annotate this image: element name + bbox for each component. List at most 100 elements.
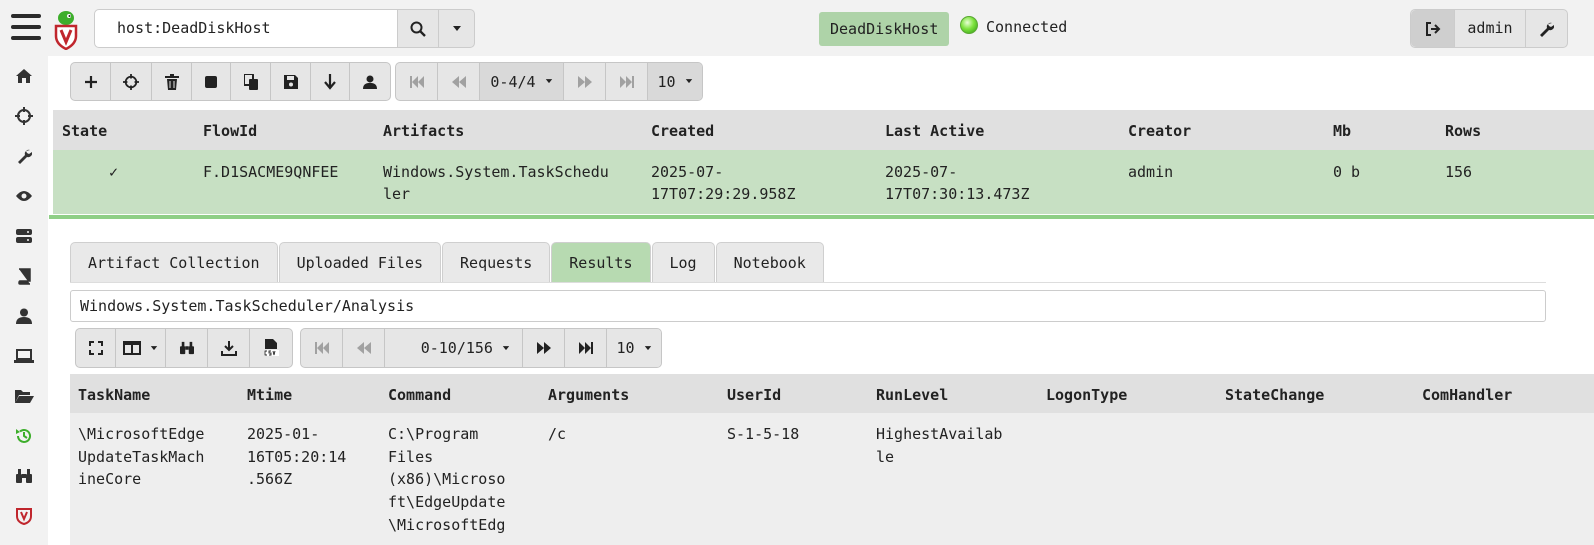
laptop-icon[interactable]: [14, 346, 34, 366]
user-name[interactable]: admin: [1454, 10, 1526, 47]
history-icon[interactable]: [14, 426, 34, 446]
column-header[interactable]: Last Active: [885, 122, 984, 140]
next-page-button[interactable]: [564, 63, 606, 100]
hamburger-menu-icon[interactable]: [11, 14, 41, 44]
column-header[interactable]: FlowId: [203, 122, 257, 140]
user-icon[interactable]: [14, 306, 34, 326]
logout-button[interactable]: [1411, 10, 1455, 47]
mtime: 2025-01- 16T05:20:14 .566Z: [247, 423, 346, 491]
tab-results[interactable]: Results: [551, 242, 651, 283]
created-line: 17T07:29:29.958Z: [651, 185, 796, 203]
search-button[interactable]: [397, 9, 439, 48]
column-header[interactable]: ComHandler: [1422, 386, 1512, 404]
run-level-line: le: [876, 447, 895, 466]
caret-down-icon: [685, 79, 692, 84]
stop-button[interactable]: [192, 63, 231, 100]
eye-icon[interactable]: [14, 186, 34, 206]
download-icon: [220, 341, 237, 356]
tab-divider: [70, 282, 1546, 283]
settings-button[interactable]: [1526, 10, 1567, 47]
column-header[interactable]: Creator: [1128, 122, 1191, 140]
search-input[interactable]: host:DeadDiskHost: [94, 9, 398, 48]
column-header[interactable]: UserId: [727, 386, 781, 404]
velociraptor-shield-icon[interactable]: [14, 506, 34, 526]
search-dropdown-button[interactable]: [438, 9, 475, 48]
page-range-label: 0-4/4: [490, 72, 536, 91]
column-header[interactable]: Mb: [1333, 122, 1351, 140]
connected-status-icon: [960, 16, 978, 34]
prev-page-button[interactable]: [343, 329, 385, 367]
search-results-button[interactable]: [166, 329, 208, 367]
flows-toolbar: [70, 62, 391, 101]
add-to-hunt-button[interactable]: [111, 63, 152, 100]
download-button[interactable]: [311, 63, 350, 100]
flow-id: F.D1SACME9QNFEE: [203, 163, 339, 181]
tab-artifact-collection[interactable]: Artifact Collection: [70, 242, 278, 283]
column-header[interactable]: StateChange: [1225, 386, 1324, 404]
tab-notebook[interactable]: Notebook: [715, 242, 824, 283]
run-level-line: HighestAvailab: [876, 425, 1003, 443]
download-csv-button[interactable]: [250, 329, 292, 367]
artifact-source-selector[interactable]: Windows.System.TaskScheduler/Analysis: [70, 290, 1546, 322]
copy-button[interactable]: [231, 63, 271, 100]
binoculars-icon[interactable]: [14, 466, 34, 486]
crosshairs-icon[interactable]: [14, 106, 34, 126]
results-toolbar: [75, 328, 293, 368]
column-header[interactable]: Mtime: [247, 386, 292, 404]
prev-page-button[interactable]: [438, 63, 480, 100]
artifact-line: ler: [383, 185, 411, 203]
column-header[interactable]: TaskName: [78, 386, 150, 404]
state-check-icon: ✓: [109, 163, 119, 181]
next-page-button[interactable]: [523, 329, 565, 367]
first-page-button[interactable]: [396, 63, 438, 100]
results-table-header: TaskName Mtime Command Arguments UserId …: [70, 374, 1594, 413]
host-badge[interactable]: DeadDiskHost: [819, 12, 950, 46]
mtime-line: 2025-01-: [247, 425, 320, 443]
column-selector-button[interactable]: [116, 329, 166, 367]
book-icon[interactable]: [14, 266, 34, 286]
tab-requests[interactable]: Requests: [442, 242, 551, 283]
command-line: (x86)\Microso: [388, 470, 506, 489]
column-header[interactable]: Artifacts: [383, 122, 464, 140]
forward-icon: [577, 75, 592, 88]
table-splitter[interactable]: [49, 215, 1594, 219]
page-size-dropdown[interactable]: 10: [607, 329, 661, 367]
column-header[interactable]: Arguments: [548, 386, 629, 404]
caret-down-icon: [452, 25, 461, 31]
page-range-dropdown[interactable]: 0-10/156: [385, 329, 523, 367]
tab-log[interactable]: Log: [651, 242, 715, 283]
last-active-time: 2025-07- 17T07:30:13.473Z: [885, 161, 1030, 205]
save-button[interactable]: [271, 63, 311, 100]
velociraptor-logo[interactable]: [52, 10, 80, 51]
fullscreen-button[interactable]: [76, 329, 116, 367]
binoculars-icon: [179, 341, 194, 355]
folder-open-icon[interactable]: [14, 386, 34, 406]
backward-icon: [356, 342, 371, 354]
column-header[interactable]: Command: [388, 386, 451, 404]
new-collection-button[interactable]: [71, 63, 111, 100]
last-page-button[interactable]: [565, 329, 607, 367]
row-count: 156: [1445, 163, 1473, 181]
download-json-button[interactable]: [208, 329, 250, 367]
column-header[interactable]: Created: [651, 122, 714, 140]
home-icon[interactable]: [14, 66, 34, 86]
page-range-dropdown[interactable]: 0-4/4: [480, 63, 564, 100]
sidebar: [0, 56, 48, 545]
server-icon[interactable]: [14, 226, 34, 246]
owner-button[interactable]: [350, 63, 390, 100]
table-row[interactable]: ✓ F.D1SACME9QNFEE Windows.System.TaskSch…: [53, 150, 1594, 214]
task-name-line: UpdateTaskMach: [78, 447, 205, 466]
column-header[interactable]: RunLevel: [876, 386, 948, 404]
column-header[interactable]: State: [62, 122, 107, 140]
first-page-button[interactable]: [301, 329, 343, 367]
last-page-button[interactable]: [606, 63, 648, 100]
column-header[interactable]: Rows: [1445, 122, 1481, 140]
tab-uploaded-files[interactable]: Uploaded Files: [278, 242, 442, 283]
delete-button[interactable]: [152, 63, 192, 100]
column-header[interactable]: LogonType: [1046, 386, 1127, 404]
wrench-icon[interactable]: [14, 146, 34, 166]
mtime-line: 16T05:20:14: [247, 447, 347, 466]
skip-forward-icon: [578, 342, 593, 354]
page-size-dropdown[interactable]: 10: [648, 63, 702, 100]
page-range-label: 0-10/156: [420, 339, 493, 357]
